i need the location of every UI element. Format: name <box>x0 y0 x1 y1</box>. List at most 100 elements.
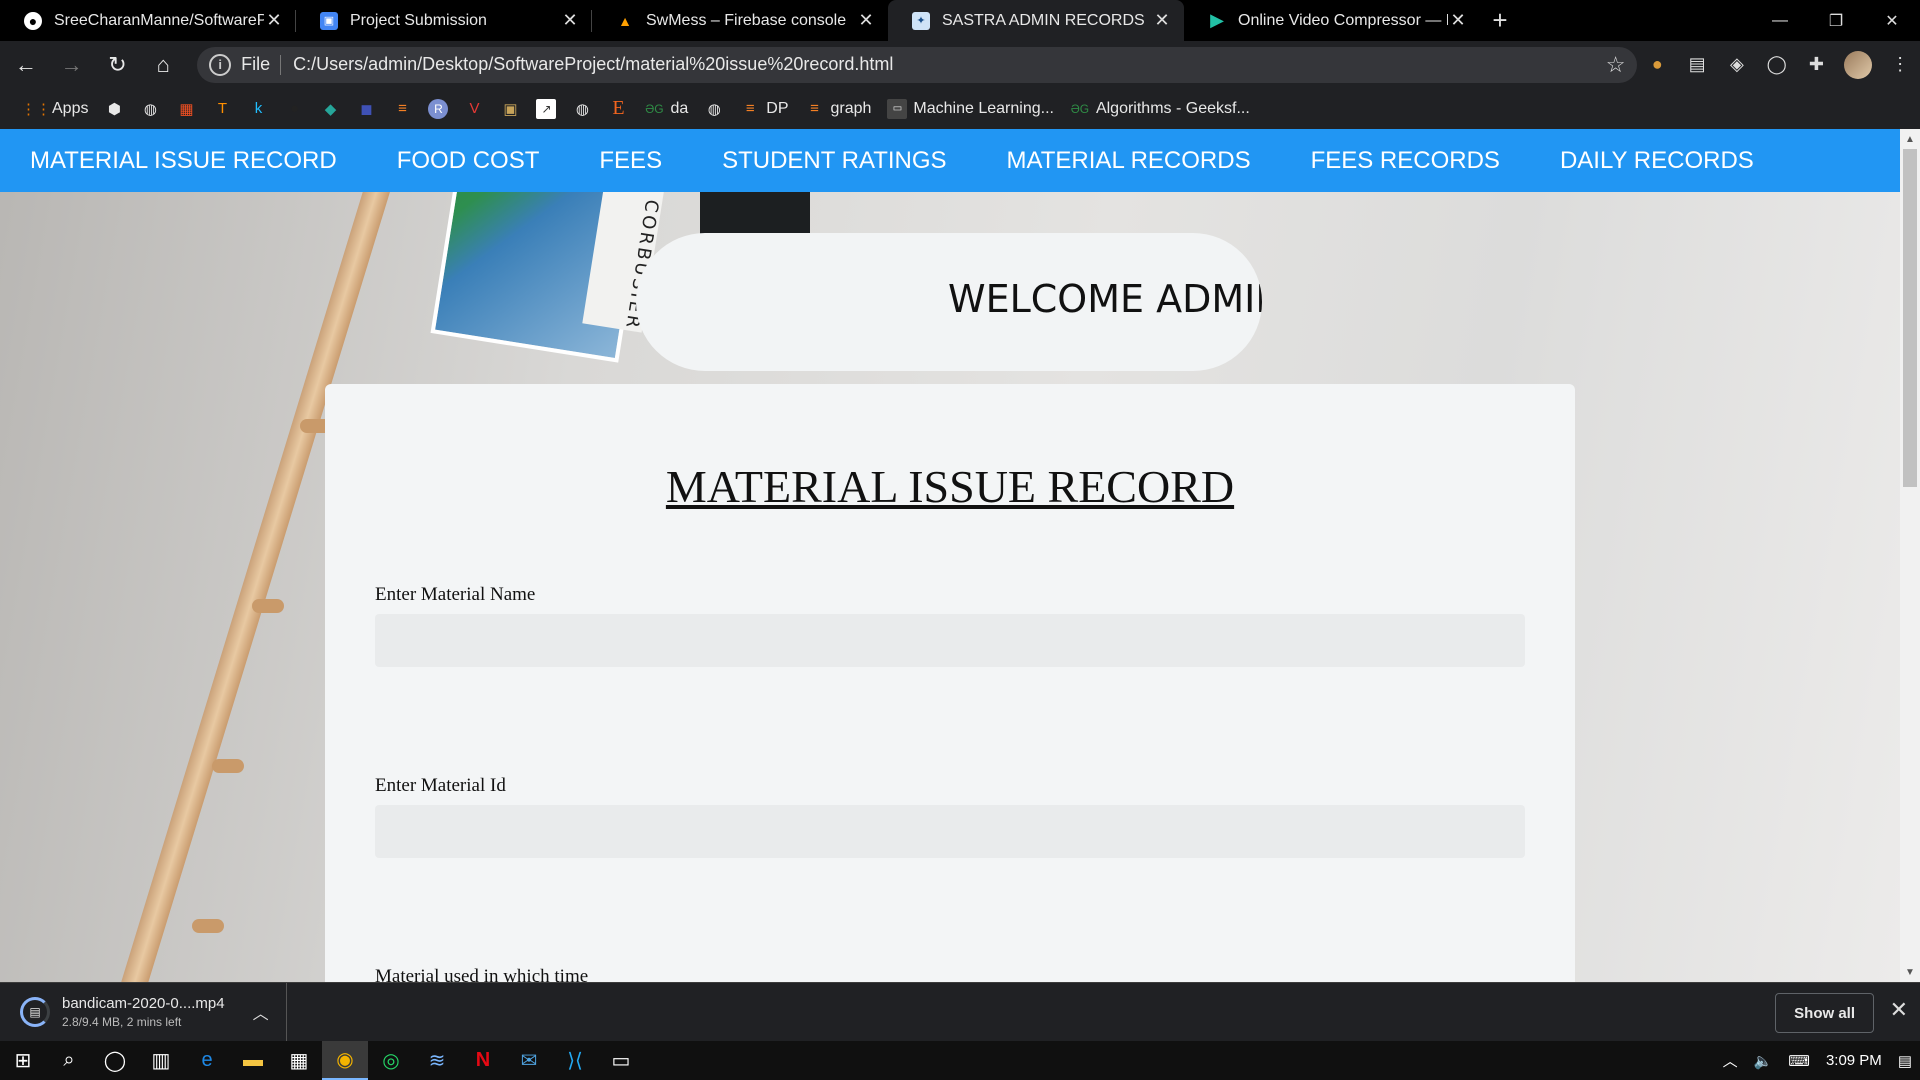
new-tab-button[interactable]: + <box>1480 0 1520 41</box>
tab-project-submission[interactable]: ▣ Project Submission ✕ <box>296 0 592 41</box>
home-icon[interactable]: ⌂ <box>143 45 183 85</box>
bookmark-da[interactable]: ƏG da <box>636 94 696 124</box>
url-text[interactable]: C:/Users/admin/Desktop/SoftwareProject/m… <box>293 54 1606 75</box>
tab-firebase[interactable]: ▲ SwMess – Firebase console ✕ <box>592 0 888 41</box>
nav-material-records[interactable]: MATERIAL RECORDS <box>1007 147 1251 175</box>
bookmark-item[interactable]: ▦ <box>168 94 204 124</box>
scroll-down-icon[interactable]: ▼ <box>1900 964 1920 980</box>
globe-icon: ◍ <box>575 100 590 118</box>
bookmark-item[interactable]: ◼ <box>348 94 384 124</box>
bookmark-apps[interactable]: ⋮⋮ Apps <box>18 94 96 124</box>
nav-material-issue-record[interactable]: MATERIAL ISSUE RECORD <box>30 147 337 175</box>
etsy-icon: E <box>612 97 625 119</box>
close-window-icon[interactable]: ✕ <box>1864 0 1920 41</box>
reload-icon[interactable]: ↻ <box>98 45 138 85</box>
bookmark-item[interactable]: ≡ <box>384 94 420 124</box>
nav-fees-records[interactable]: FEES RECORDS <box>1311 147 1500 175</box>
tab-github[interactable]: ● SreeCharanManne/SoftwareProje ✕ <box>0 0 296 41</box>
restore-icon[interactable]: ❐ <box>1808 0 1864 41</box>
bookmark-star-icon[interactable]: ☆ <box>1606 52 1626 78</box>
bookmark-item[interactable]: ↗ <box>528 94 564 124</box>
nav-food-cost[interactable]: FOOD COST <box>397 147 540 175</box>
forward-icon[interactable]: → <box>52 45 92 85</box>
edge-icon[interactable]: e <box>184 1041 230 1080</box>
terminal-icon[interactable]: ▭ <box>598 1041 644 1080</box>
bookmark-item[interactable]: ● <box>276 94 312 124</box>
whatsapp-icon[interactable]: ◎ <box>368 1041 414 1080</box>
page-scrollbar[interactable]: ▲ ▼ <box>1900 129 1920 982</box>
show-all-button[interactable]: Show all <box>1775 993 1874 1033</box>
ml-icon: ▭ <box>887 98 908 119</box>
info-icon[interactable]: i <box>209 53 232 76</box>
bookmark-label: DP <box>766 99 789 117</box>
bookmark-item[interactable]: V <box>456 94 492 124</box>
chevron-up-icon[interactable]: ︿ <box>1715 1050 1746 1071</box>
download-item[interactable]: ▤ bandicam-2020-0....mp4 2.8/9.4 MB, 2 m… <box>0 982 287 1042</box>
store-icon[interactable]: ▦ <box>276 1041 322 1080</box>
bookmark-item[interactable]: T <box>204 94 240 124</box>
k-icon: k <box>254 100 263 117</box>
app-icon[interactable]: ≋ <box>414 1041 460 1080</box>
nav-fees[interactable]: FEES <box>599 147 662 175</box>
file-explorer-icon[interactable]: ▬ <box>230 1041 276 1080</box>
bookmark-dp[interactable]: ≡ DP <box>732 94 796 124</box>
nav-daily-records[interactable]: DAILY RECORDS <box>1560 147 1754 175</box>
close-icon[interactable]: ✕ <box>560 10 580 31</box>
windows-start-icon[interactable]: ⊞ <box>0 1041 46 1080</box>
extensions-puzzle-icon[interactable]: ✚ <box>1797 45 1837 85</box>
bookmark-item[interactable]: ◍ <box>132 94 168 124</box>
notifications-icon[interactable]: ▤ <box>1890 1052 1920 1070</box>
url-divider <box>280 54 282 75</box>
bookmark-item[interactable]: ◍ <box>564 94 600 124</box>
stackoverflow-icon: ≡ <box>810 100 819 117</box>
v-icon: V <box>469 100 480 117</box>
task-view-icon[interactable]: ▥ <box>138 1041 184 1080</box>
image-icon: ▣ <box>503 100 518 118</box>
bookmark-graph[interactable]: ≡ graph <box>797 94 880 124</box>
r-icon: R <box>428 98 449 119</box>
tab-sastra-admin[interactable]: ✦ SASTRA ADMIN RECORDS ✕ <box>888 0 1184 41</box>
search-icon[interactable]: ⌕ <box>46 1041 92 1080</box>
mail-icon[interactable]: ✉ <box>506 1041 552 1080</box>
close-icon[interactable]: ✕ <box>1152 10 1172 31</box>
cortana-icon[interactable]: ◯ <box>92 1041 138 1080</box>
bookmark-item[interactable]: ⬢ <box>96 94 132 124</box>
close-icon[interactable]: ✕ <box>1448 10 1468 31</box>
bookmark-algorithms[interactable]: ƏG Algorithms - Geeksf... <box>1062 94 1258 124</box>
tag-extension-icon[interactable]: ◈ <box>1717 45 1757 85</box>
scroll-thumb[interactable] <box>1903 149 1917 487</box>
cookie-extension-icon[interactable]: ● <box>1637 45 1677 85</box>
clock[interactable]: 3:09 PM <box>1818 1052 1890 1069</box>
pdf-extension-icon[interactable]: ▤ <box>1677 45 1717 85</box>
bookmark-item[interactable]: ▣ <box>492 94 528 124</box>
menu-kebab-icon[interactable]: ⋮ <box>1880 45 1920 85</box>
scroll-up-icon[interactable]: ▲ <box>1900 131 1920 147</box>
bookmark-machine-learning[interactable]: ▭ Machine Learning... <box>879 94 1062 124</box>
vscode-icon[interactable]: ⟩⟨ <box>552 1041 598 1080</box>
address-bar[interactable]: i File C:/Users/admin/Desktop/SoftwarePr… <box>197 46 1638 83</box>
bookmark-item[interactable]: ◍ <box>696 94 732 124</box>
tab-title: SreeCharanManne/SoftwareProje <box>54 11 264 29</box>
bookmark-item[interactable]: E <box>600 94 636 124</box>
close-icon[interactable]: ✕ <box>264 10 284 31</box>
chevron-up-icon[interactable]: ︿ <box>253 1000 269 1024</box>
volume-icon[interactable]: 🔈 <box>1746 1052 1781 1070</box>
chrome-icon[interactable]: ◉ <box>322 1041 368 1080</box>
keyboard-icon[interactable]: ⌨ <box>1780 1052 1818 1070</box>
bookmark-item[interactable]: ◆ <box>312 94 348 124</box>
bookmark-item[interactable]: R <box>420 94 456 124</box>
bookmark-item[interactable]: k <box>240 94 276 124</box>
netflix-icon[interactable]: N <box>460 1041 506 1080</box>
close-icon[interactable]: ✕ <box>1890 997 1908 1023</box>
download-info: bandicam-2020-0....mp4 2.8/9.4 MB, 2 min… <box>62 995 225 1029</box>
chart-icon: ↗ <box>536 98 557 119</box>
profile-avatar[interactable] <box>1844 50 1873 79</box>
back-icon[interactable]: ← <box>6 45 46 85</box>
close-icon[interactable]: ✕ <box>856 10 876 31</box>
material-name-input[interactable] <box>375 614 1525 667</box>
nav-student-ratings[interactable]: STUDENT RATINGS <box>722 147 946 175</box>
material-id-input[interactable] <box>375 805 1525 858</box>
minimize-icon[interactable]: — <box>1752 0 1808 41</box>
tab-video-compressor[interactable]: ▶ Online Video Compressor — Red ✕ <box>1184 0 1480 41</box>
circle-extension-icon[interactable]: ◯ <box>1757 45 1797 85</box>
